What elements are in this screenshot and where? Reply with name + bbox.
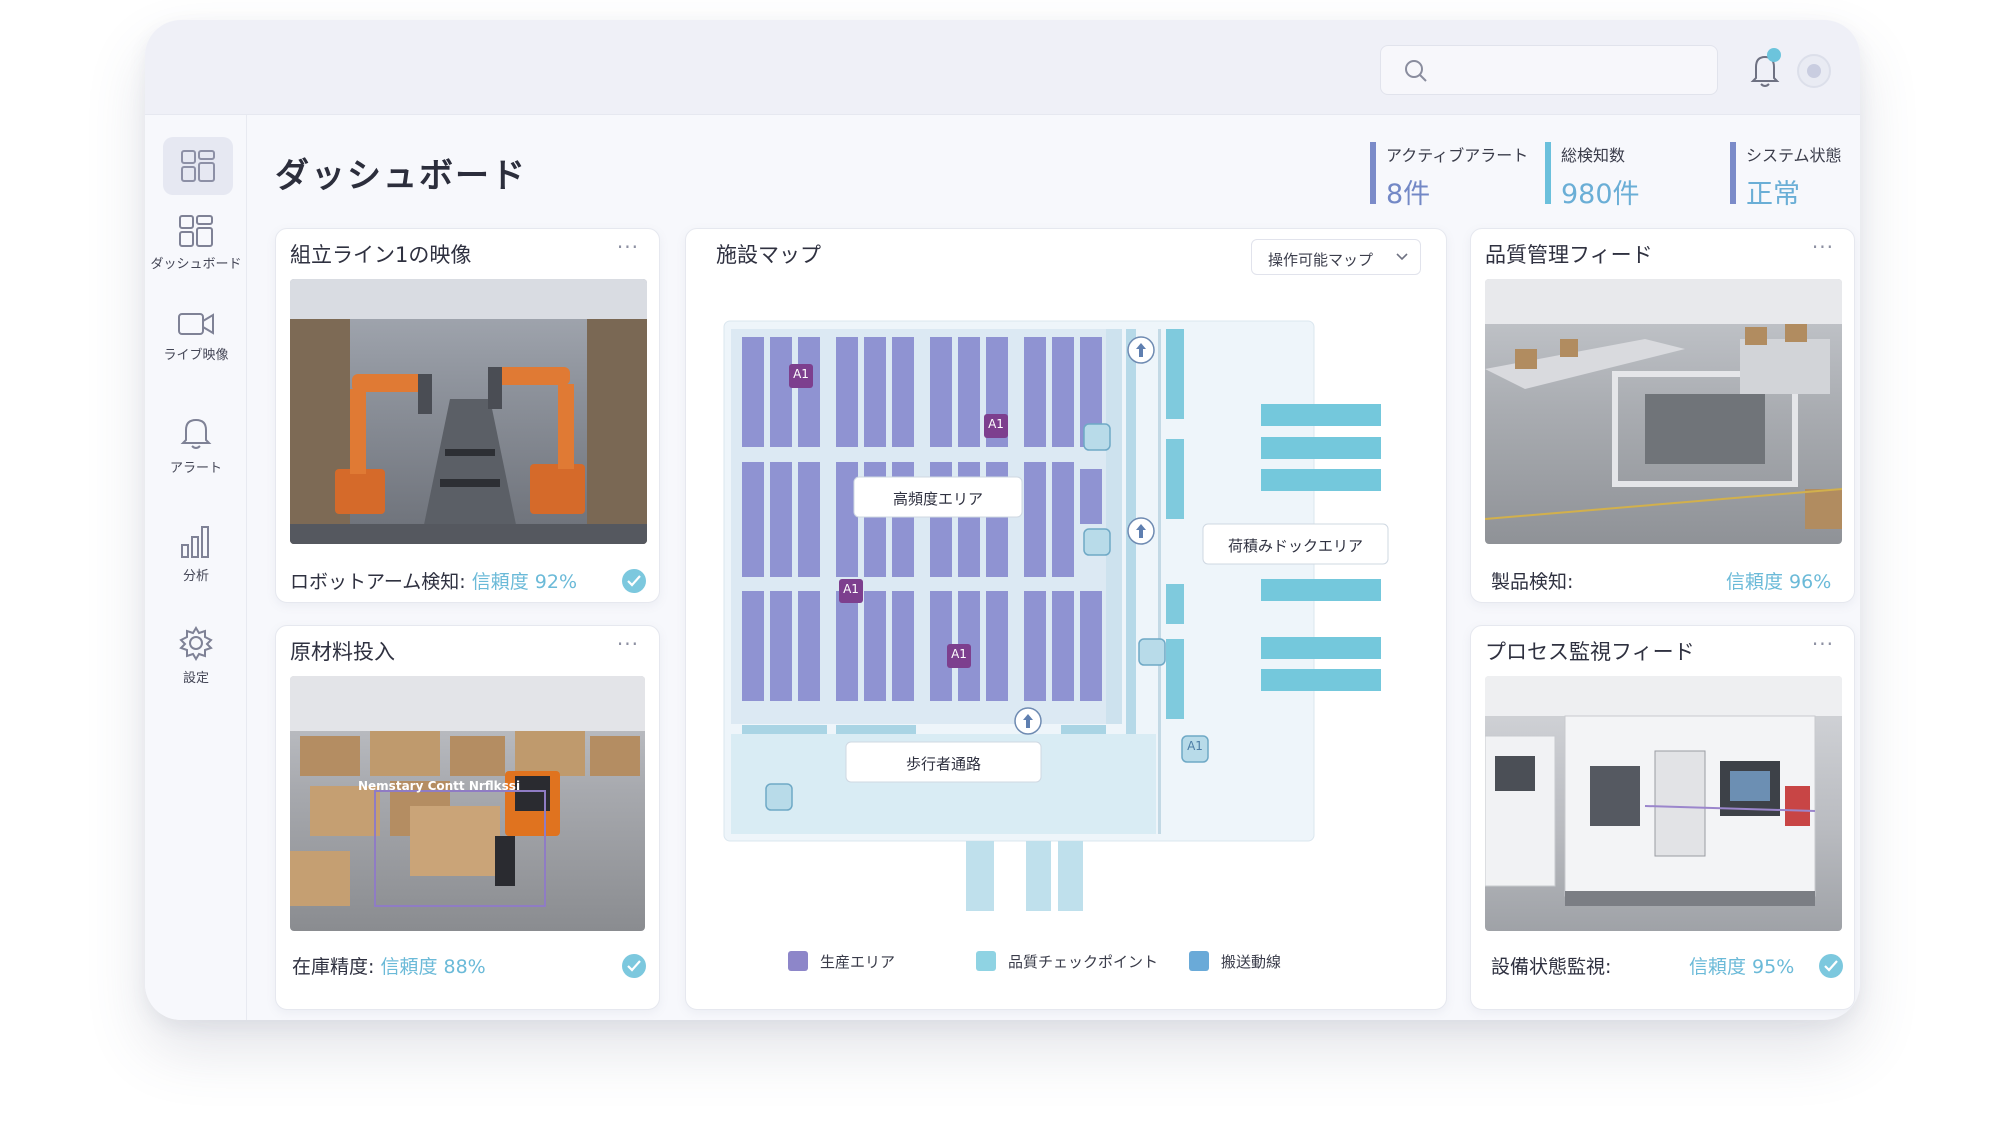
stat-value: 980件: [1561, 179, 1640, 210]
stat-total-detections: 総検知数 980件: [1545, 142, 1640, 210]
map-marker[interactable]: A1: [947, 647, 971, 661]
card-footer: 在庫精度: 信頼度 88%: [292, 952, 486, 979]
legend-swatch: [788, 951, 808, 971]
quality-control-video-frame[interactable]: [1485, 279, 1842, 544]
cnc-machine-scene-image: [1485, 676, 1842, 906]
detection-label: ロボットアーム検知:: [290, 571, 466, 593]
inspection-station-scene-image: [1485, 279, 1842, 529]
map-marker[interactable]: A1: [1182, 739, 1208, 753]
facility-floor-plan[interactable]: [686, 229, 1448, 1011]
detection-label: 設備状態監視:: [1491, 956, 1612, 978]
video-camera-icon: [178, 313, 214, 335]
check-icon: [622, 569, 646, 593]
stat-label: システム状態: [1746, 146, 1842, 165]
page-title: ダッシュボード: [275, 156, 527, 196]
sidebar-item-live-video[interactable]: ライブ映像: [145, 310, 247, 363]
search-input[interactable]: [1380, 45, 1718, 95]
assembly-line-feed-card[interactable]: 組立ライン1の映像 ··· ロボットアーム検知: 信頼度 92%: [275, 228, 660, 603]
confidence-value: 信頼度 95%: [1689, 956, 1795, 978]
assembly-line-video-frame[interactable]: [290, 279, 647, 544]
bar-chart-icon: [181, 526, 209, 558]
card-footer-confidence: 信頼度 96%: [1726, 567, 1831, 594]
legend-swatch: [976, 951, 996, 971]
sidebar-item-settings[interactable]: 設定: [145, 625, 247, 686]
legend-label: 生産エリア: [820, 953, 896, 971]
detection-overlay-label: Nemstary Contt Nrflkssi: [358, 779, 521, 793]
sidebar-item-label: 分析: [182, 569, 209, 584]
sidebar-item-label: ライブ映像: [163, 348, 229, 363]
quality-control-feed-card[interactable]: 品質管理フィード ··· 製品検知: 信頼度 96%: [1470, 228, 1855, 603]
stat-label: アクティブアラート: [1386, 146, 1529, 165]
sidebar-item-label: アラート: [169, 461, 222, 476]
legend-swatch: [1189, 951, 1209, 971]
raw-material-feed-card[interactable]: 原材料投入 ··· Nemstary Contt Nrflkssi 在庫精度: …: [275, 625, 660, 1010]
card-title: プロセス監視フィード: [1485, 640, 1695, 664]
map-label-high-frequency-area[interactable]: 高頻度エリア: [854, 488, 1022, 509]
legend-item-transport-route: 搬送動線: [1189, 951, 1281, 972]
sidebar-item-alerts[interactable]: アラート: [145, 415, 247, 476]
robot-arm-scene-image: [290, 279, 647, 544]
detection-label: 在庫精度:: [292, 956, 375, 978]
card-title: 原材料投入: [290, 640, 395, 664]
warehouse-forklift-scene-image: [290, 676, 645, 907]
sidebar-item-analytics[interactable]: 分析: [145, 523, 247, 584]
card-menu-button[interactable]: ···: [617, 235, 639, 259]
sidebar-home-button[interactable]: [163, 137, 233, 195]
app-window: ダッシュボード ライブ映像 アラート 分析 設定 ダッシュボード アクティブアラ…: [145, 20, 1860, 1020]
process-monitoring-video-frame[interactable]: [1485, 676, 1842, 931]
facility-map-card[interactable]: 施設マップ 操作可能マップ A1 A1 A1 A1 A1 高頻度エリア 荷積みド…: [685, 228, 1447, 1010]
gear-icon: [179, 626, 213, 661]
map-label-pedestrian-walkway[interactable]: 歩行者通路: [846, 753, 1041, 774]
confidence-value: 信頼度 88%: [380, 956, 486, 978]
notification-dot: [1767, 48, 1781, 62]
card-footer-confidence: 信頼度 95%: [1689, 952, 1794, 979]
map-marker[interactable]: A1: [789, 367, 813, 381]
search-icon: [1405, 60, 1427, 82]
stat-active-alerts: アクティブアラート 8件: [1370, 142, 1529, 210]
card-title: 品質管理フィード: [1485, 243, 1653, 267]
stat-label: 総検知数: [1561, 146, 1626, 165]
legend-label: 品質チェックポイント: [1008, 953, 1159, 971]
map-marker[interactable]: A1: [839, 582, 863, 596]
card-menu-button[interactable]: ···: [1812, 632, 1834, 656]
card-footer: ロボットアーム検知: 信頼度 92%: [290, 567, 577, 594]
legend-label: 搬送動線: [1221, 953, 1282, 971]
raw-material-video-frame[interactable]: Nemstary Contt Nrflkssi: [290, 676, 645, 931]
stat-value: 8件: [1386, 179, 1431, 210]
top-bar: [145, 20, 1860, 115]
map-marker[interactable]: A1: [984, 417, 1008, 431]
process-monitoring-feed-card[interactable]: プロセス監視フィード ··· 設備状態監視: 信頼度 95%: [1470, 625, 1855, 1010]
map-label-loading-dock-area[interactable]: 荷積みドックエリア: [1203, 535, 1388, 556]
stat-system-status: システム状態 正常: [1730, 142, 1842, 210]
sidebar-item-label: ダッシュボード: [150, 257, 242, 272]
sidebar-item-dashboard[interactable]: ダッシュボード: [145, 215, 247, 272]
bell-icon: [180, 418, 212, 449]
legend-item-production: 生産エリア: [788, 951, 895, 972]
card-menu-button[interactable]: ···: [1812, 235, 1834, 259]
detection-label: 製品検知:: [1491, 571, 1574, 593]
sidebar-item-label: 設定: [182, 671, 209, 686]
dashboard-icon: [181, 150, 215, 182]
confidence-value: 信頼度 92%: [471, 571, 578, 593]
card-title: 組立ライン1の映像: [290, 243, 472, 267]
legend-item-quality-checkpoint: 品質チェックポイント: [976, 951, 1158, 972]
confidence-value: 信頼度 96%: [1726, 571, 1832, 593]
sidebar: ダッシュボード ライブ映像 アラート 分析 設定: [145, 115, 247, 1020]
check-icon: [1819, 954, 1843, 978]
stat-value: 正常: [1746, 179, 1800, 210]
card-footer: 製品検知:: [1491, 567, 1573, 594]
dashboard-icon: [179, 215, 213, 247]
check-icon: [622, 954, 646, 978]
card-menu-button[interactable]: ···: [617, 632, 639, 656]
user-avatar[interactable]: [1797, 54, 1831, 88]
card-footer: 設備状態監視:: [1491, 952, 1611, 979]
